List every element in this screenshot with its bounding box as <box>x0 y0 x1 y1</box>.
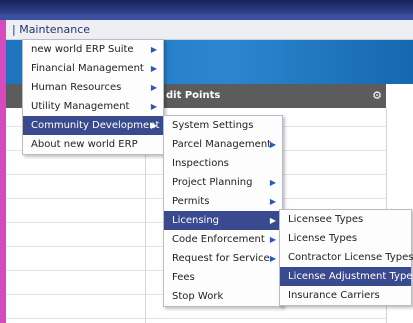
menu-item-parcel-management[interactable]: Parcel Management ▶ <box>164 135 282 154</box>
menu-item-label: Parcel Management <box>172 139 272 150</box>
community-development-submenu: System Settings Parcel Management ▶ Insp… <box>163 115 283 307</box>
menu-item-stop-work[interactable]: Stop Work <box>164 287 282 306</box>
menu-item-label: Community Development <box>31 120 160 131</box>
breadcrumb: | Maintenance <box>12 23 91 36</box>
menu-item-financial-management[interactable]: Financial Management ▶ <box>23 59 163 78</box>
menu-item-system-settings[interactable]: System Settings <box>164 116 282 135</box>
menu-item-insurance-carriers[interactable]: Insurance Carriers <box>280 286 411 305</box>
chevron-right-icon: ▶ <box>150 102 157 111</box>
menu-item-label: License Types <box>288 233 358 244</box>
menu-item-erp-suite[interactable]: new world ERP Suite ▶ <box>23 40 163 59</box>
breadcrumb-bar: | Maintenance <box>6 20 413 40</box>
menu-item-label: Fees <box>172 272 195 283</box>
menu-item-permits[interactable]: Permits ▶ <box>164 192 282 211</box>
menu-item-label: Stop Work <box>172 291 224 302</box>
menu-item-label: Insurance Carriers <box>288 290 380 301</box>
menu-item-community-development[interactable]: Community Development ▶ <box>23 116 163 135</box>
menu-item-label: Request for Service <box>172 253 270 264</box>
menu-item-about[interactable]: About new world ERP <box>23 135 163 154</box>
top-navigation-bar <box>0 0 413 20</box>
menu-item-label: Project Planning <box>172 177 253 188</box>
chevron-right-icon: ▶ <box>150 121 157 130</box>
menu-item-label: Licensing <box>172 215 220 226</box>
chevron-right-icon: ▶ <box>150 64 157 73</box>
chevron-right-icon: ▶ <box>269 216 276 225</box>
menu-item-label: Human Resources <box>31 82 122 93</box>
chevron-right-icon: ▶ <box>269 197 276 206</box>
menu-item-label: Utility Management <box>31 101 130 112</box>
table-row <box>6 318 386 319</box>
menu-item-contractor-license-types[interactable]: Contractor License Types <box>280 248 413 267</box>
main-dropdown-menu: new world ERP Suite ▶ Financial Manageme… <box>22 39 164 155</box>
menu-item-license-types[interactable]: License Types <box>280 229 411 248</box>
menu-item-human-resources[interactable]: Human Resources ▶ <box>23 78 163 97</box>
menu-item-project-planning[interactable]: Project Planning ▶ <box>164 173 282 192</box>
panel-title: dit Points <box>166 90 221 101</box>
menu-item-label: Contractor License Types <box>288 252 413 263</box>
menu-item-request-for-service[interactable]: Request for Service ▶ <box>164 249 282 268</box>
menu-item-license-adjustment-types[interactable]: License Adjustment Types <box>280 267 413 286</box>
licensing-submenu: Licensee Types License Types Contractor … <box>279 209 413 306</box>
chevron-right-icon: ▶ <box>269 178 276 187</box>
menu-item-label: Inspections <box>172 158 229 169</box>
chevron-right-icon: ▶ <box>269 140 276 149</box>
menu-item-label: License Adjustment Types <box>288 271 413 282</box>
menu-item-label: new world ERP Suite <box>31 44 134 55</box>
menu-item-code-enforcement[interactable]: Code Enforcement ▶ <box>164 230 282 249</box>
chevron-right-icon: ▶ <box>269 254 276 263</box>
menu-item-inspections[interactable]: Inspections <box>164 154 282 173</box>
menu-item-label: System Settings <box>172 120 254 131</box>
menu-item-label: Financial Management <box>31 63 144 74</box>
menu-item-licensee-types[interactable]: Licensee Types <box>280 210 411 229</box>
menu-item-utility-management[interactable]: Utility Management ▶ <box>23 97 163 116</box>
menu-item-label: Permits <box>172 196 210 207</box>
menu-item-licensing[interactable]: Licensing ▶ <box>164 211 282 230</box>
chevron-right-icon: ▶ <box>150 45 157 54</box>
menu-item-label: Licensee Types <box>288 214 364 225</box>
menu-item-fees[interactable]: Fees <box>164 268 282 287</box>
menu-item-label: About new world ERP <box>31 139 138 150</box>
chevron-right-icon: ▶ <box>269 235 276 244</box>
menu-item-label: Code Enforcement <box>172 234 265 245</box>
chevron-right-icon: ▶ <box>150 83 157 92</box>
gear-icon[interactable]: ⚙ <box>372 89 382 102</box>
